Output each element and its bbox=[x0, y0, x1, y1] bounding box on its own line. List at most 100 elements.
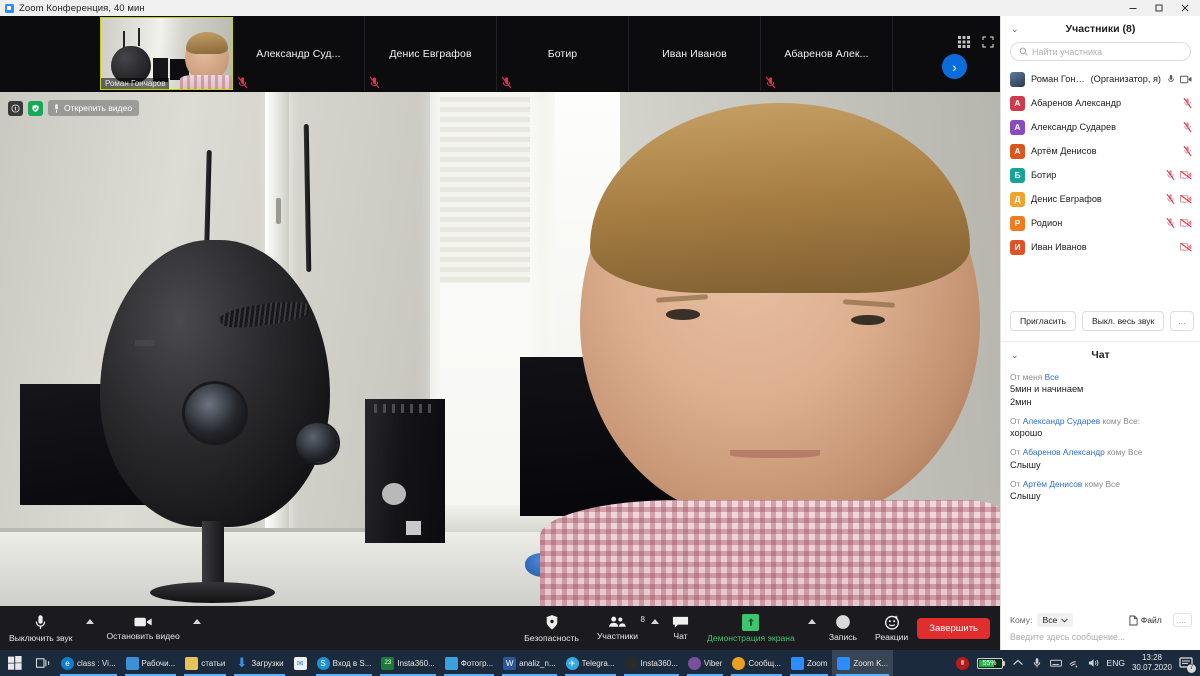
taskbar-item-label: Zoom bbox=[806, 658, 828, 668]
stop-video-button[interactable]: Остановить видео bbox=[98, 606, 189, 650]
taskbar-item[interactable]: ✈ Telegra... bbox=[561, 650, 620, 676]
language-indicator[interactable]: ENG bbox=[1107, 658, 1125, 668]
shield-icon[interactable] bbox=[28, 100, 43, 116]
chat-message-from: От Александр Сударев кому Все: bbox=[1010, 416, 1191, 427]
chat-to-label: Кому: bbox=[1010, 615, 1033, 625]
fullscreen-icon[interactable] bbox=[982, 36, 994, 48]
minimize-button[interactable] bbox=[1120, 0, 1146, 16]
taskbar-item[interactable]: ✉ bbox=[289, 650, 312, 676]
chat-more-button[interactable]: ... bbox=[1172, 613, 1192, 627]
list-item[interactable]: А Александр Сударев bbox=[1001, 115, 1200, 139]
taskbar-item[interactable]: Фотогр... bbox=[440, 650, 498, 676]
chat-label: Чат bbox=[673, 631, 688, 641]
list-item[interactable]: Б Ботир bbox=[1001, 163, 1200, 187]
battery-percent: 55% bbox=[982, 659, 997, 667]
battery-indicator[interactable]: 55% bbox=[976, 657, 1005, 669]
taskbar-item[interactable]: Рабочи... bbox=[121, 650, 181, 676]
wifi-icon[interactable] bbox=[1069, 657, 1081, 669]
taskbar-item[interactable]: e class : Vi... bbox=[56, 650, 121, 676]
chat-footer: Кому: Все Файл ... Введите здесь сообщен… bbox=[1001, 609, 1200, 650]
taskbar-item-active[interactable]: Zoom K... bbox=[832, 650, 894, 676]
volume-icon[interactable] bbox=[1088, 657, 1100, 669]
keyboard-icon[interactable] bbox=[1049, 657, 1062, 669]
filmstrip-next-button[interactable]: › bbox=[942, 54, 967, 79]
close-button[interactable] bbox=[1172, 0, 1198, 16]
share-screen-button[interactable]: Демонстрация экрана bbox=[698, 606, 804, 650]
taskbar-item-label: Рабочи... bbox=[141, 658, 176, 668]
avatar: А bbox=[1010, 143, 1025, 159]
mute-all-button[interactable]: Выкл. весь звук bbox=[1082, 311, 1165, 331]
taskbar-item[interactable]: Viber bbox=[683, 650, 728, 676]
chat-message-text: хорошо bbox=[1010, 428, 1043, 439]
taskbar-item[interactable]: Insta360... bbox=[620, 650, 683, 676]
participants-count: 8 bbox=[640, 615, 645, 624]
chevron-down-icon[interactable]: ⌄ bbox=[1011, 24, 1019, 35]
grid-view-icon[interactable] bbox=[958, 36, 970, 48]
list-item[interactable]: А Артём Денисов bbox=[1001, 139, 1200, 163]
end-meeting-button[interactable]: Завершить bbox=[917, 617, 990, 639]
chat-messages-list[interactable]: От меня Все 5мин и начинаем 2мин От Алек… bbox=[1001, 368, 1200, 610]
share-options-caret[interactable] bbox=[804, 606, 820, 650]
taskbar-item[interactable]: ⬇ Загрузки bbox=[230, 650, 288, 676]
video-options-caret[interactable] bbox=[189, 606, 205, 650]
participant-name: Денис Евграфов bbox=[1031, 194, 1102, 204]
maximize-button[interactable] bbox=[1146, 0, 1172, 16]
invite-button[interactable]: Пригласить bbox=[1010, 311, 1077, 331]
send-file-button[interactable]: Файл bbox=[1129, 615, 1162, 626]
chat-icon bbox=[672, 616, 689, 628]
chat-panel-header: ⌄ Чат bbox=[1001, 342, 1200, 368]
security-button[interactable]: Безопасность bbox=[515, 606, 588, 650]
participants-button[interactable]: 8 Участники bbox=[588, 606, 647, 650]
avatar bbox=[1010, 71, 1025, 87]
list-item[interactable]: Д Денис Евграфов bbox=[1001, 187, 1200, 211]
filmstrip-tile-3[interactable]: Иван Иванов bbox=[629, 16, 761, 91]
mute-audio-button[interactable]: Выключить звук bbox=[0, 606, 82, 650]
download-icon: ⬇ bbox=[236, 655, 248, 670]
search-participant-input[interactable]: Найти участника bbox=[1010, 42, 1191, 61]
taskbar-item[interactable]: W analiz_n... bbox=[498, 650, 560, 676]
unpin-video-button[interactable]: Открепить видео bbox=[48, 100, 140, 116]
microphone-icon[interactable] bbox=[1031, 657, 1043, 669]
reactions-button[interactable]: Реакции bbox=[866, 606, 917, 650]
folder-blue-icon bbox=[125, 656, 139, 670]
edge-icon: e bbox=[61, 656, 74, 670]
filmstrip-tile-self[interactable]: Роман Гончаров bbox=[100, 17, 233, 90]
filmstrip-tile-4[interactable]: Абаренов Алек... bbox=[761, 16, 893, 91]
participant-role: (Организатор, я) bbox=[1090, 74, 1161, 84]
list-item[interactable]: А Абаренов Александр bbox=[1001, 91, 1200, 115]
record-red-icon[interactable] bbox=[955, 656, 970, 671]
insta360-icon: 23 bbox=[381, 656, 395, 670]
record-button[interactable]: Запись bbox=[820, 606, 866, 650]
chat-button[interactable]: Чат bbox=[663, 606, 698, 650]
participants-more-button[interactable]: ... bbox=[1170, 311, 1194, 331]
taskbar-item[interactable]: 23 Insta360... bbox=[376, 650, 439, 676]
taskbar-item[interactable]: Сообщ... bbox=[727, 650, 786, 676]
filmstrip-tile-0[interactable]: Александр Суд... bbox=[233, 16, 365, 91]
taskbar-item[interactable]: S Вход в S... bbox=[312, 650, 377, 676]
notifications-icon[interactable]: 7 bbox=[1179, 656, 1196, 673]
filmstrip-tile-1[interactable]: Денис Евграфов bbox=[365, 16, 497, 91]
list-item[interactable]: Роман Гончар... (Организатор, я) bbox=[1001, 67, 1200, 91]
list-item[interactable]: И Иван Иванов bbox=[1001, 235, 1200, 259]
zoom-meeting-screen: Zoom Конференция, 40 мин Роман Гончаров … bbox=[0, 0, 1200, 676]
info-icon[interactable] bbox=[8, 100, 23, 116]
chat-message-input[interactable]: Введите здесь сообщение... bbox=[1001, 629, 1200, 650]
mic-muted-icon bbox=[765, 76, 776, 89]
chat-from-prefix: От bbox=[1010, 447, 1021, 458]
chat-panel: ⌄ Чат От меня Все 5мин и начинаем 2мин О… bbox=[1001, 341, 1200, 642]
chevron-down-icon[interactable]: ⌄ bbox=[1011, 350, 1019, 361]
windows-start-icon[interactable] bbox=[0, 656, 30, 670]
main-video-stage[interactable]: Открепить видео Роман Гончаров bbox=[0, 92, 1000, 622]
chat-recipient-select[interactable]: Все bbox=[1037, 613, 1074, 627]
task-view-icon[interactable] bbox=[30, 657, 56, 670]
taskbar-item[interactable]: статьи bbox=[180, 650, 230, 676]
filmstrip-tile-2[interactable]: Ботир bbox=[497, 16, 629, 91]
chat-from-who: Все bbox=[1044, 372, 1060, 382]
clock[interactable]: 13:28 30.07.2020 bbox=[1132, 653, 1172, 673]
audio-options-caret[interactable] bbox=[82, 606, 98, 650]
chevron-up-icon[interactable] bbox=[1012, 657, 1024, 669]
participants-options-caret[interactable] bbox=[647, 606, 663, 650]
participant-name: Ботир bbox=[1031, 170, 1057, 180]
list-item[interactable]: Р Родион bbox=[1001, 211, 1200, 235]
taskbar-item[interactable]: Zoom bbox=[786, 650, 832, 676]
